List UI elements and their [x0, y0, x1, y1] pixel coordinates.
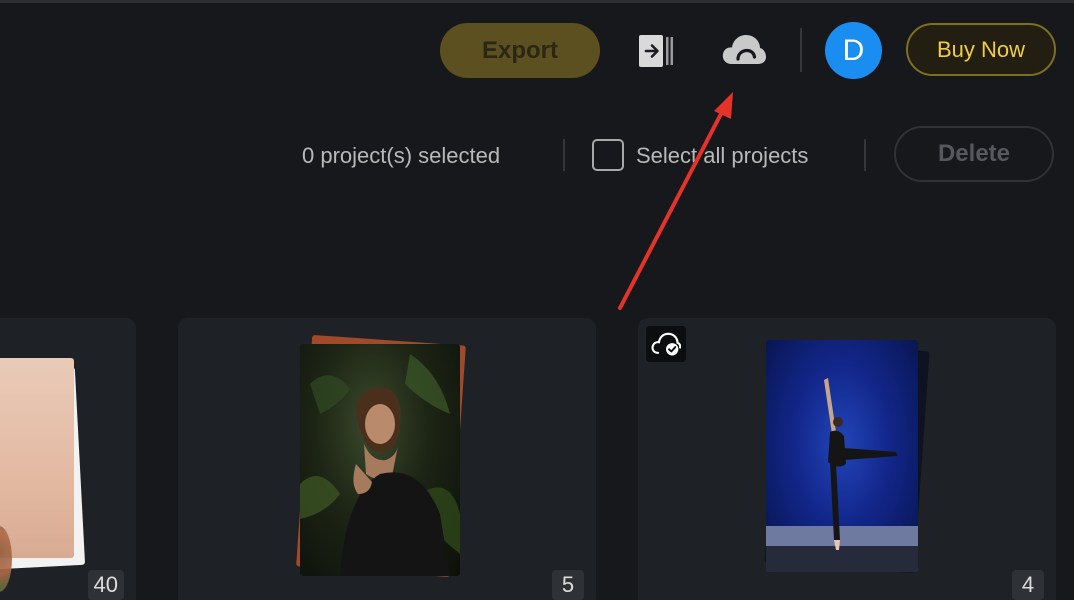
user-avatar[interactable]: D: [825, 22, 882, 79]
project-card[interactable]: 40: [0, 318, 136, 600]
photo-count-badge: 40: [87, 570, 124, 600]
project-thumbnail: [766, 340, 918, 572]
delete-button[interactable]: Delete: [894, 126, 1054, 182]
top-border: [0, 0, 1074, 3]
project-thumbnail: [0, 358, 74, 592]
cloud-icon[interactable]: [721, 33, 767, 67]
project-card[interactable]: 5: [178, 318, 596, 600]
selection-divider: [563, 139, 565, 171]
select-all-checkbox[interactable]: [592, 139, 624, 171]
photo-count-badge: 5: [552, 570, 584, 600]
buy-now-button[interactable]: Buy Now: [906, 23, 1056, 76]
export-button[interactable]: Export: [440, 23, 600, 78]
cloud-synced-icon: [646, 326, 686, 362]
selected-count-label: 0 project(s) selected: [302, 143, 501, 168]
project-card[interactable]: 4: [638, 318, 1056, 600]
selection-divider: [864, 139, 866, 171]
import-icon[interactable]: [637, 32, 675, 70]
project-thumbnail: [300, 344, 460, 576]
toolbar-divider: [800, 28, 802, 72]
photo-count-badge: 4: [1012, 570, 1044, 600]
projects-page: Export D Buy Now 0 project(s) selected S…: [0, 0, 1074, 600]
thumbnail-detail: [0, 526, 12, 592]
select-all-label[interactable]: Select all projects: [636, 143, 808, 169]
